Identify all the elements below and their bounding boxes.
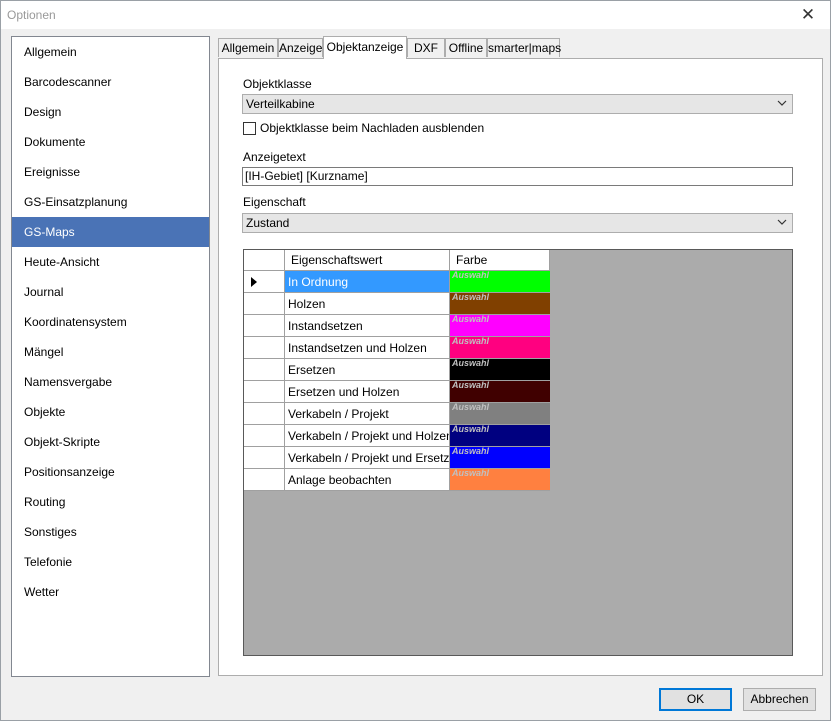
property-value-cell[interactable]: Verkabeln / Projekt und Ersetzen <box>285 447 450 469</box>
color-cell[interactable]: Auswahl <box>450 402 550 425</box>
sidebar-item[interactable]: Objekte <box>12 397 209 427</box>
color-select-label: Auswahl <box>452 468 490 478</box>
color-cell[interactable]: Auswahl <box>450 468 550 491</box>
property-value-cell[interactable]: Instandsetzen <box>285 315 450 337</box>
sidebar-item[interactable]: GS-Maps <box>12 217 209 247</box>
property-value-cell[interactable]: Verkabeln / Projekt <box>285 403 450 425</box>
sidebar-item[interactable]: Mängel <box>12 337 209 367</box>
color-cell[interactable]: Auswahl <box>450 380 550 403</box>
color-select-label: Auswahl <box>452 336 490 346</box>
eigenschaft-label: Eigenschaft <box>243 195 306 209</box>
color-cell[interactable]: Auswahl <box>450 424 550 447</box>
chevron-down-icon <box>777 214 787 232</box>
property-value-cell[interactable]: Verkabeln / Projekt und Holzen <box>285 425 450 447</box>
chevron-down-icon <box>777 95 787 113</box>
ok-button[interactable]: OK <box>659 688 732 711</box>
hide-class-checkbox[interactable] <box>243 122 256 135</box>
sidebar-item[interactable]: Barcodescanner <box>12 67 209 97</box>
color-select-label: Auswahl <box>452 292 490 302</box>
sidebar-item[interactable]: Positionsanzeige <box>12 457 209 487</box>
property-value-cell[interactable]: Holzen <box>285 293 450 315</box>
color-cell[interactable]: Auswahl <box>450 292 550 315</box>
property-value-cell[interactable]: In Ordnung <box>285 271 450 293</box>
tab[interactable]: DXF <box>407 38 445 57</box>
eigenschaft-select[interactable]: Zustand <box>242 213 793 233</box>
close-icon[interactable]: ✕ <box>786 1 830 29</box>
color-select-label: Auswahl <box>452 358 490 368</box>
grid-corner-header <box>244 250 285 271</box>
row-header[interactable] <box>244 447 285 469</box>
column-header-value[interactable]: Eigenschaftswert <box>285 250 450 271</box>
tab[interactable]: Anzeige <box>278 38 323 57</box>
color-cell[interactable]: Auswahl <box>450 336 550 359</box>
row-header[interactable] <box>244 381 285 403</box>
row-header[interactable] <box>244 403 285 425</box>
color-select-label: Auswahl <box>452 380 490 390</box>
anzeigetext-label: Anzeigetext <box>243 150 306 164</box>
current-row-icon <box>251 277 257 287</box>
color-cell[interactable]: Auswahl <box>450 358 550 381</box>
row-header[interactable] <box>244 293 285 315</box>
category-list[interactable]: Allgemein Barcodescanner Design Dokumente Er… <box>11 36 210 677</box>
anzeigetext-input[interactable]: [IH-Gebiet] [Kurzname] <box>242 167 793 186</box>
sidebar-item[interactable]: Wetter <box>12 577 209 607</box>
color-cell[interactable]: Auswahl <box>450 270 550 293</box>
sidebar-item[interactable]: Namensvergabe <box>12 367 209 397</box>
color-cell[interactable]: Auswahl <box>450 446 550 469</box>
sidebar-item[interactable]: Telefonie <box>12 547 209 577</box>
sidebar-item[interactable]: Sonstiges <box>12 517 209 547</box>
sidebar-item[interactable]: Heute-Ansicht <box>12 247 209 277</box>
row-header[interactable] <box>244 469 285 491</box>
row-header[interactable] <box>244 359 285 381</box>
row-header[interactable] <box>244 337 285 359</box>
objektklasse-label: Objektklasse <box>243 77 312 91</box>
color-select-label: Auswahl <box>452 424 490 434</box>
property-color-grid[interactable]: Eigenschaftswert Farbe In Ordnung Auswahl… <box>243 249 793 656</box>
color-select-label: Auswahl <box>452 446 490 456</box>
sidebar-item[interactable]: Allgemein <box>12 37 209 67</box>
property-value-cell[interactable]: Ersetzen und Holzen <box>285 381 450 403</box>
sidebar-item[interactable]: Journal <box>12 277 209 307</box>
sidebar-item[interactable]: Routing <box>12 487 209 517</box>
title-bar: Optionen ✕ <box>1 1 830 29</box>
sidebar-item[interactable]: Koordinatensystem <box>12 307 209 337</box>
property-value-cell[interactable]: Anlage beobachten <box>285 469 450 491</box>
column-header-color[interactable]: Farbe <box>450 250 550 271</box>
sidebar-item[interactable]: Ereignisse <box>12 157 209 187</box>
sidebar-item[interactable]: GS-Einsatzplanung <box>12 187 209 217</box>
row-header[interactable] <box>244 315 285 337</box>
cancel-button[interactable]: Abbrechen <box>743 688 816 711</box>
color-select-label: Auswahl <box>452 402 490 412</box>
sidebar-item[interactable]: Dokumente <box>12 127 209 157</box>
tab[interactable]: Objektanzeige <box>323 36 407 59</box>
tab[interactable]: Offline <box>445 38 487 57</box>
anzeigetext-value: [IH-Gebiet] [Kurzname] <box>245 169 368 183</box>
color-cell[interactable]: Auswahl <box>450 314 550 337</box>
row-header[interactable] <box>244 271 285 293</box>
tab[interactable]: smarter|maps <box>487 38 561 57</box>
tab[interactable]: Allgemein <box>218 38 278 57</box>
sidebar-item[interactable]: Design <box>12 97 209 127</box>
property-value-cell[interactable]: Instandsetzen und Holzen <box>285 337 450 359</box>
color-select-label: Auswahl <box>452 270 490 280</box>
window-title: Optionen <box>7 8 56 22</box>
row-header[interactable] <box>244 425 285 447</box>
objektklasse-select[interactable]: Verteilkabine <box>242 94 793 114</box>
color-select-label: Auswahl <box>452 314 490 324</box>
objektklasse-value: Verteilkabine <box>246 97 315 111</box>
hide-class-checkbox-label: Objektklasse beim Nachladen ausblenden <box>260 121 485 135</box>
eigenschaft-value: Zustand <box>246 216 290 230</box>
property-value-cell[interactable]: Ersetzen <box>285 359 450 381</box>
sidebar-item[interactable]: Objekt-Skripte <box>12 427 209 457</box>
